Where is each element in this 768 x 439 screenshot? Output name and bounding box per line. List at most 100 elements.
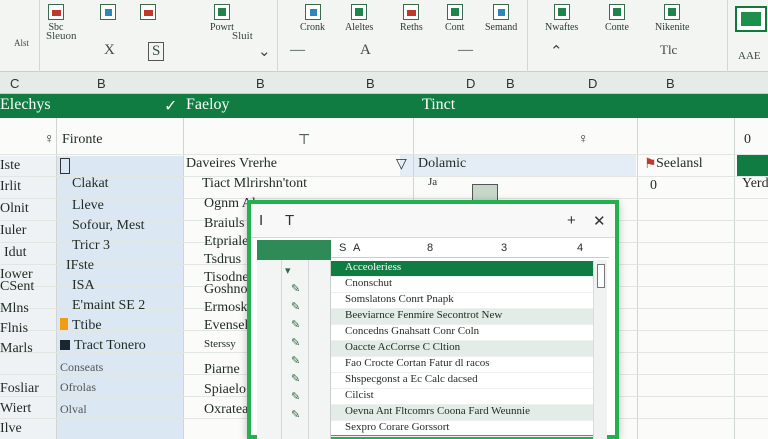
font-size-button[interactable]: Powrt bbox=[210, 4, 234, 33]
cell-b10[interactable]: Conseats bbox=[60, 360, 103, 375]
filter-icon[interactable]: ✓ bbox=[164, 96, 177, 116]
paste-button[interactable]: Sbc bbox=[48, 4, 64, 33]
edit-icon[interactable]: ✎ bbox=[291, 354, 300, 367]
cell-a2[interactable]: Irlit bbox=[0, 179, 21, 195]
column-header-b4[interactable]: B bbox=[506, 76, 515, 91]
dialog-list-item[interactable]: Beeviarnce Fenmire Secontrot New bbox=[331, 309, 593, 325]
dialog-list-item[interactable]: Fao Crocte Cortan Fatur dl racos bbox=[331, 357, 593, 373]
edit-icon[interactable]: ✎ bbox=[291, 390, 300, 403]
cell-c11[interactable]: Sterssy bbox=[204, 338, 236, 350]
cell-b4[interactable]: Tricr 3 bbox=[72, 238, 110, 254]
cell-a13[interactable]: Ilve bbox=[0, 421, 22, 437]
align-left-icon[interactable]: — bbox=[290, 42, 305, 59]
cell-a8[interactable]: Mlns bbox=[0, 301, 29, 317]
cell-c13[interactable]: Spiaelo bbox=[204, 382, 246, 398]
close-icon[interactable]: ✕ bbox=[593, 212, 606, 230]
header-cell-f[interactable]: 0 bbox=[744, 132, 751, 148]
cell-c8[interactable]: Goshno bbox=[204, 282, 248, 298]
cell-b6[interactable]: ISA bbox=[72, 278, 95, 294]
dialog-col-3[interactable]: 8 bbox=[427, 242, 433, 254]
column-header-b[interactable]: B bbox=[97, 76, 106, 91]
cell-a11[interactable]: Fosliar bbox=[0, 381, 39, 397]
dialog-list-item[interactable]: Acceoleriess bbox=[331, 261, 593, 277]
dialog-col-4[interactable]: 3 bbox=[501, 242, 507, 254]
dialog-list-item[interactable]: Oaccte AcCorrse C Cltion bbox=[331, 341, 593, 357]
cell-e1[interactable]: Seelansl bbox=[656, 156, 703, 172]
cell-c5[interactable]: Etpriale bbox=[204, 234, 248, 250]
edit-icon[interactable]: ✎ bbox=[291, 300, 300, 313]
merge-button[interactable]: Reths bbox=[400, 4, 423, 33]
dialog-list-item[interactable]: Somslatons Conrt Pnapk bbox=[331, 293, 593, 309]
cell-styles-button[interactable]: Conte bbox=[605, 4, 629, 33]
number-format-button[interactable]: Semand bbox=[485, 4, 517, 33]
insert-button[interactable]: Nikenite bbox=[655, 4, 689, 33]
edit-icon[interactable]: ✎ bbox=[291, 318, 300, 331]
dialog-list-item[interactable]: Cnonschut bbox=[331, 277, 593, 293]
cell-e2[interactable]: 0 bbox=[650, 178, 657, 194]
dialog-col-2[interactable]: A bbox=[353, 242, 360, 254]
dialog-col-1[interactable]: S bbox=[339, 242, 346, 254]
cell-b9[interactable]: Tract Tonero bbox=[74, 338, 146, 354]
chevron-down-icon[interactable]: ⌄ bbox=[258, 42, 271, 61]
cell-c2[interactable]: Tiact Mlrirshn'tont bbox=[202, 176, 307, 192]
cell-f1[interactable]: Yerd bbox=[742, 176, 768, 192]
cell-a12[interactable]: Wiert bbox=[0, 401, 31, 417]
cell-d1[interactable]: Dolamic bbox=[418, 156, 466, 172]
bold-button[interactable] bbox=[100, 4, 116, 22]
cell-b3[interactable]: Sofour, Mest bbox=[72, 218, 145, 234]
dialog-scrollbar[interactable] bbox=[593, 260, 607, 439]
conditional-format-button[interactable]: Nwaftes bbox=[545, 4, 578, 33]
edit-icon[interactable]: ✎ bbox=[291, 372, 300, 385]
cell-a3[interactable]: Olnit bbox=[0, 201, 29, 217]
edit-icon[interactable]: ✎ bbox=[291, 408, 300, 421]
column-header-d[interactable]: D bbox=[466, 76, 475, 91]
style-s-button[interactable]: S bbox=[148, 42, 165, 61]
add-icon[interactable]: + bbox=[567, 212, 576, 229]
cell-b7[interactable]: E'maint SE 2 bbox=[72, 298, 145, 314]
wrap-button[interactable]: Cont bbox=[445, 4, 464, 33]
cell-a7[interactable]: CSent bbox=[0, 279, 34, 295]
dialog-col-5[interactable]: 4 bbox=[577, 242, 583, 254]
decrease-icon[interactable]: ⌃ bbox=[550, 42, 563, 61]
edit-icon[interactable]: ✎ bbox=[291, 336, 300, 349]
font-color-button[interactable]: A bbox=[360, 42, 371, 59]
dialog-list-item[interactable]: Oevna Ant Fltcomrs Coona Fard Weunnie bbox=[331, 405, 593, 421]
cell-a9[interactable]: Flnis bbox=[0, 321, 28, 337]
dialog-scroll-thumb[interactable] bbox=[597, 264, 605, 288]
cell-b2[interactable]: Lleve bbox=[72, 198, 104, 214]
cell-b11[interactable]: Ofrolas bbox=[60, 380, 96, 395]
dialog-list-item[interactable]: Cilcist bbox=[331, 389, 593, 405]
expand-icon[interactable]: ▾ bbox=[285, 264, 291, 277]
cancel-x-button[interactable]: X bbox=[104, 42, 115, 59]
cell-a10[interactable]: Marls bbox=[0, 341, 33, 357]
cell-b5[interactable]: IFste bbox=[66, 258, 94, 274]
cell-a4[interactable]: Iuler bbox=[0, 223, 26, 239]
column-header-b5[interactable]: B bbox=[666, 76, 675, 91]
column-header-d2[interactable]: D bbox=[588, 76, 597, 91]
format-button[interactable]: Cronk bbox=[300, 4, 325, 33]
cell-c4[interactable]: Braiuls bbox=[204, 216, 244, 232]
collapse-icon[interactable]: — bbox=[458, 42, 473, 59]
cell-b12[interactable]: Olval bbox=[60, 402, 87, 417]
cell-b8[interactable]: Ttibe bbox=[72, 318, 102, 334]
column-header-c[interactable]: C bbox=[10, 76, 19, 91]
cell-b1[interactable]: Clakat bbox=[72, 176, 109, 192]
fill-color-button[interactable] bbox=[140, 4, 156, 22]
dialog-list-item[interactable]: Shspecgonst a Ec Calc dacsed bbox=[331, 373, 593, 389]
sort-icon[interactable]: ⊤ bbox=[298, 132, 310, 149]
cell-a1[interactable]: Iste bbox=[0, 158, 20, 174]
cell-d2[interactable]: Ja bbox=[428, 176, 437, 188]
cell-c1[interactable]: Daveires Vrerhe bbox=[186, 156, 277, 172]
cell-c12[interactable]: Piarne bbox=[204, 362, 240, 378]
cell-a5[interactable]: Idut bbox=[4, 245, 27, 261]
selected-cell[interactable] bbox=[737, 154, 768, 176]
column-header-b2[interactable]: B bbox=[256, 76, 265, 91]
column-header-b3[interactable]: B bbox=[366, 76, 375, 91]
cell-c10[interactable]: Evensel bbox=[204, 318, 248, 334]
header-cell-b[interactable]: Fironte bbox=[62, 132, 102, 148]
align-button[interactable]: Aleltes bbox=[345, 4, 373, 33]
cell-c6[interactable]: Tsdrus bbox=[204, 252, 241, 268]
dialog-list-item[interactable]: Concedns Gnahsatt Conr Coln bbox=[331, 325, 593, 341]
dialog-list-item[interactable]: Sexpro Corare Gorssort bbox=[331, 421, 593, 437]
edit-icon[interactable]: ✎ bbox=[291, 282, 300, 295]
